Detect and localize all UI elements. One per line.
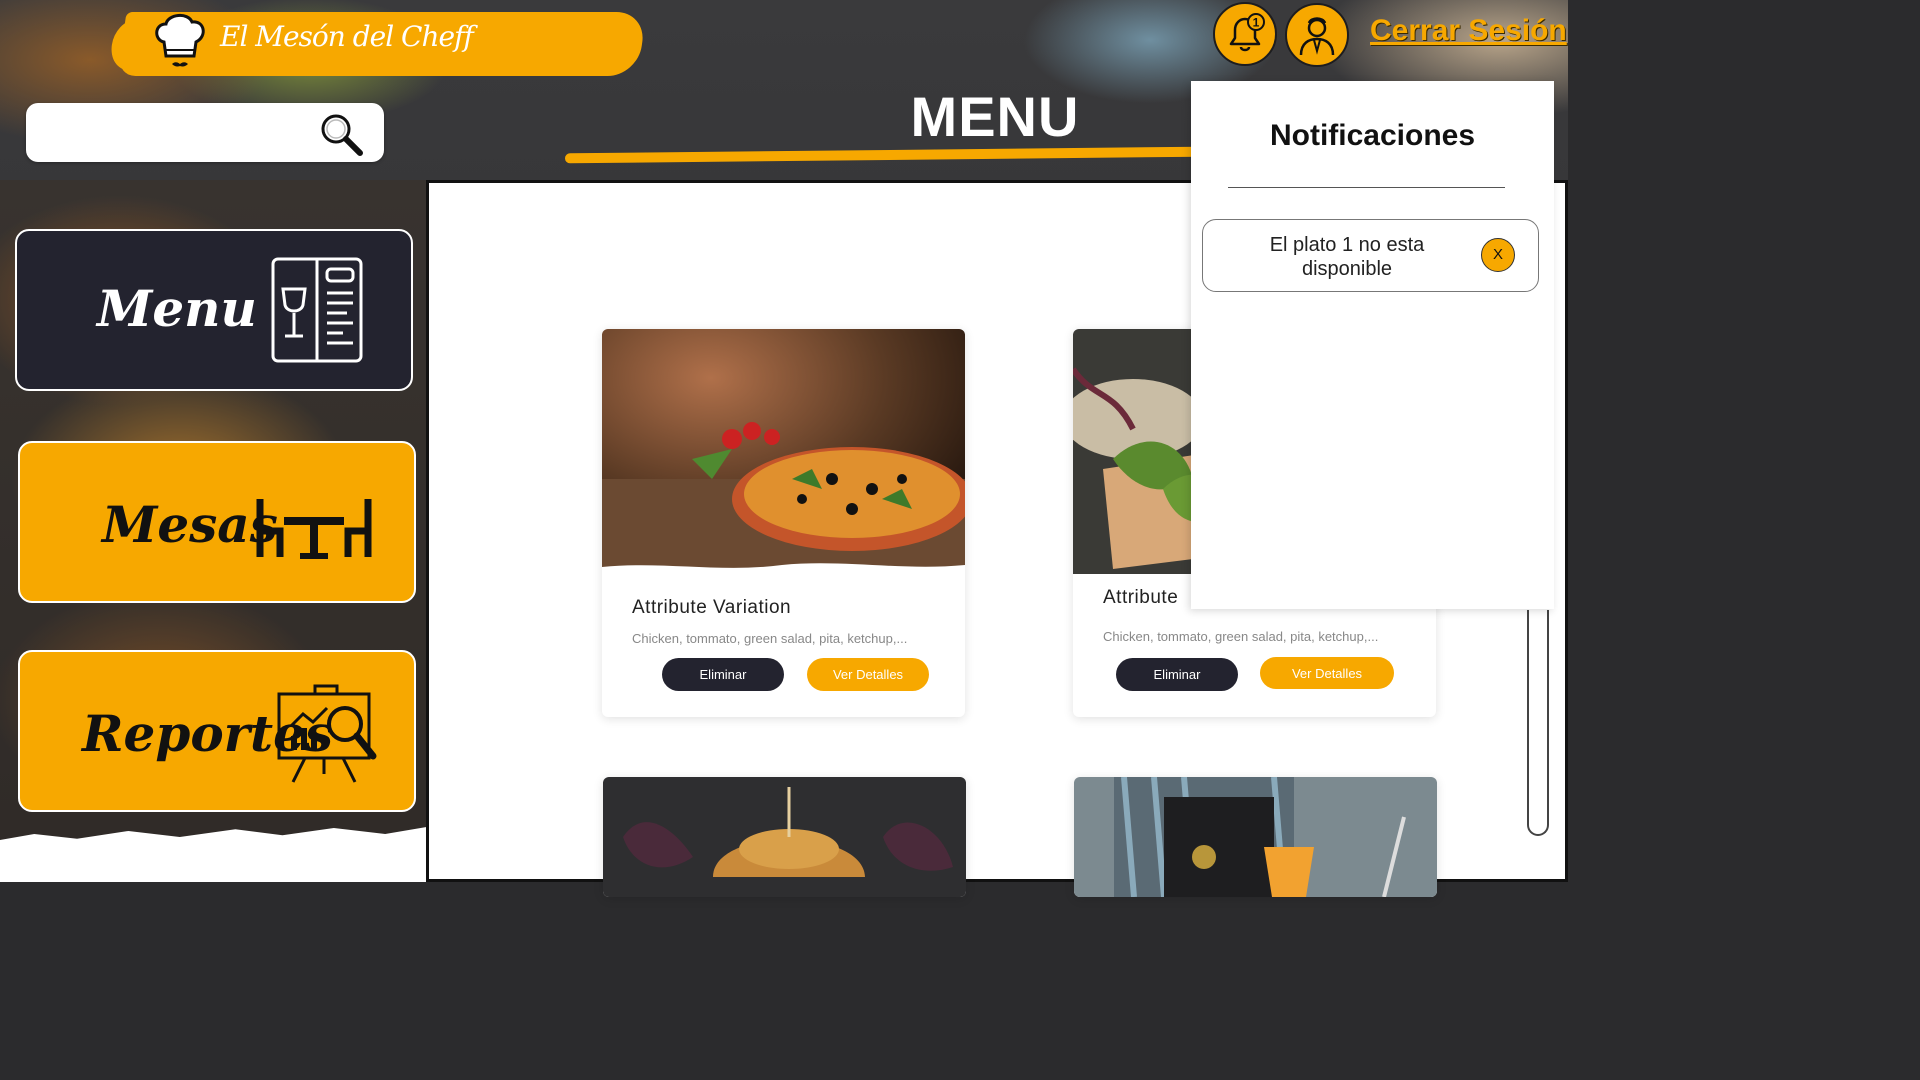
chef-hat-icon: [155, 14, 205, 67]
chef-drink-image: [1074, 777, 1437, 897]
close-notification-button[interactable]: X: [1481, 238, 1515, 272]
sidebar-item-mesas[interactable]: Mesas: [18, 441, 416, 603]
app-logo-text: El Mesón del Cheff: [220, 20, 474, 53]
menu-card-icon: [271, 257, 363, 363]
search-box[interactable]: [26, 103, 384, 162]
bell-icon: 1: [1229, 13, 1265, 52]
burger-image: [603, 777, 966, 897]
pizza-image: [602, 329, 965, 574]
tables-icon: [256, 499, 372, 559]
dish-description: Chicken, tommato, green salad, pita, ket…: [1103, 629, 1379, 644]
logout-link[interactable]: Cerrar Sesión: [1370, 14, 1567, 48]
dish-card: [603, 777, 966, 897]
sidebar-item-menu[interactable]: Menu: [15, 229, 413, 391]
search-icon[interactable]: [318, 111, 364, 157]
dish-card: [1074, 777, 1437, 897]
user-avatar-icon: [1299, 17, 1335, 56]
sidebar-item-label: Menu: [97, 279, 257, 338]
sidebar-item-label: Mesas: [102, 495, 278, 554]
dish-description: Chicken, tommato, green salad, pita, ket…: [632, 631, 908, 646]
search-input[interactable]: [42, 115, 306, 151]
view-details-button[interactable]: Ver Detalles: [1260, 657, 1394, 689]
page-title: MENU: [910, 85, 1080, 148]
notification-text: El plato 1 no esta disponible: [1269, 234, 1425, 280]
notification-item[interactable]: El plato 1 no esta disponible X: [1202, 219, 1539, 292]
notification-count-badge: 1: [1253, 16, 1260, 30]
notifications-title: Notificaciones: [1269, 119, 1476, 152]
delete-button[interactable]: Eliminar: [1116, 658, 1238, 691]
sidebar-item-reportes[interactable]: Reportes: [18, 650, 416, 812]
report-chart-icon: [277, 684, 377, 783]
user-profile-button[interactable]: [1285, 3, 1349, 67]
divider: [1228, 187, 1505, 188]
dish-title: Attribute Variation: [632, 597, 792, 618]
dish-card: Attribute Variation Chicken, tommato, gr…: [602, 329, 965, 717]
view-details-button[interactable]: Ver Detalles: [807, 658, 929, 691]
dish-title: Attribute: [1103, 587, 1179, 608]
scrollbar[interactable]: [1527, 610, 1549, 836]
notifications-panel: Notificaciones El plato 1 no esta dispon…: [1191, 81, 1554, 609]
notifications-button[interactable]: 1: [1213, 2, 1277, 66]
delete-button[interactable]: Eliminar: [662, 658, 784, 691]
